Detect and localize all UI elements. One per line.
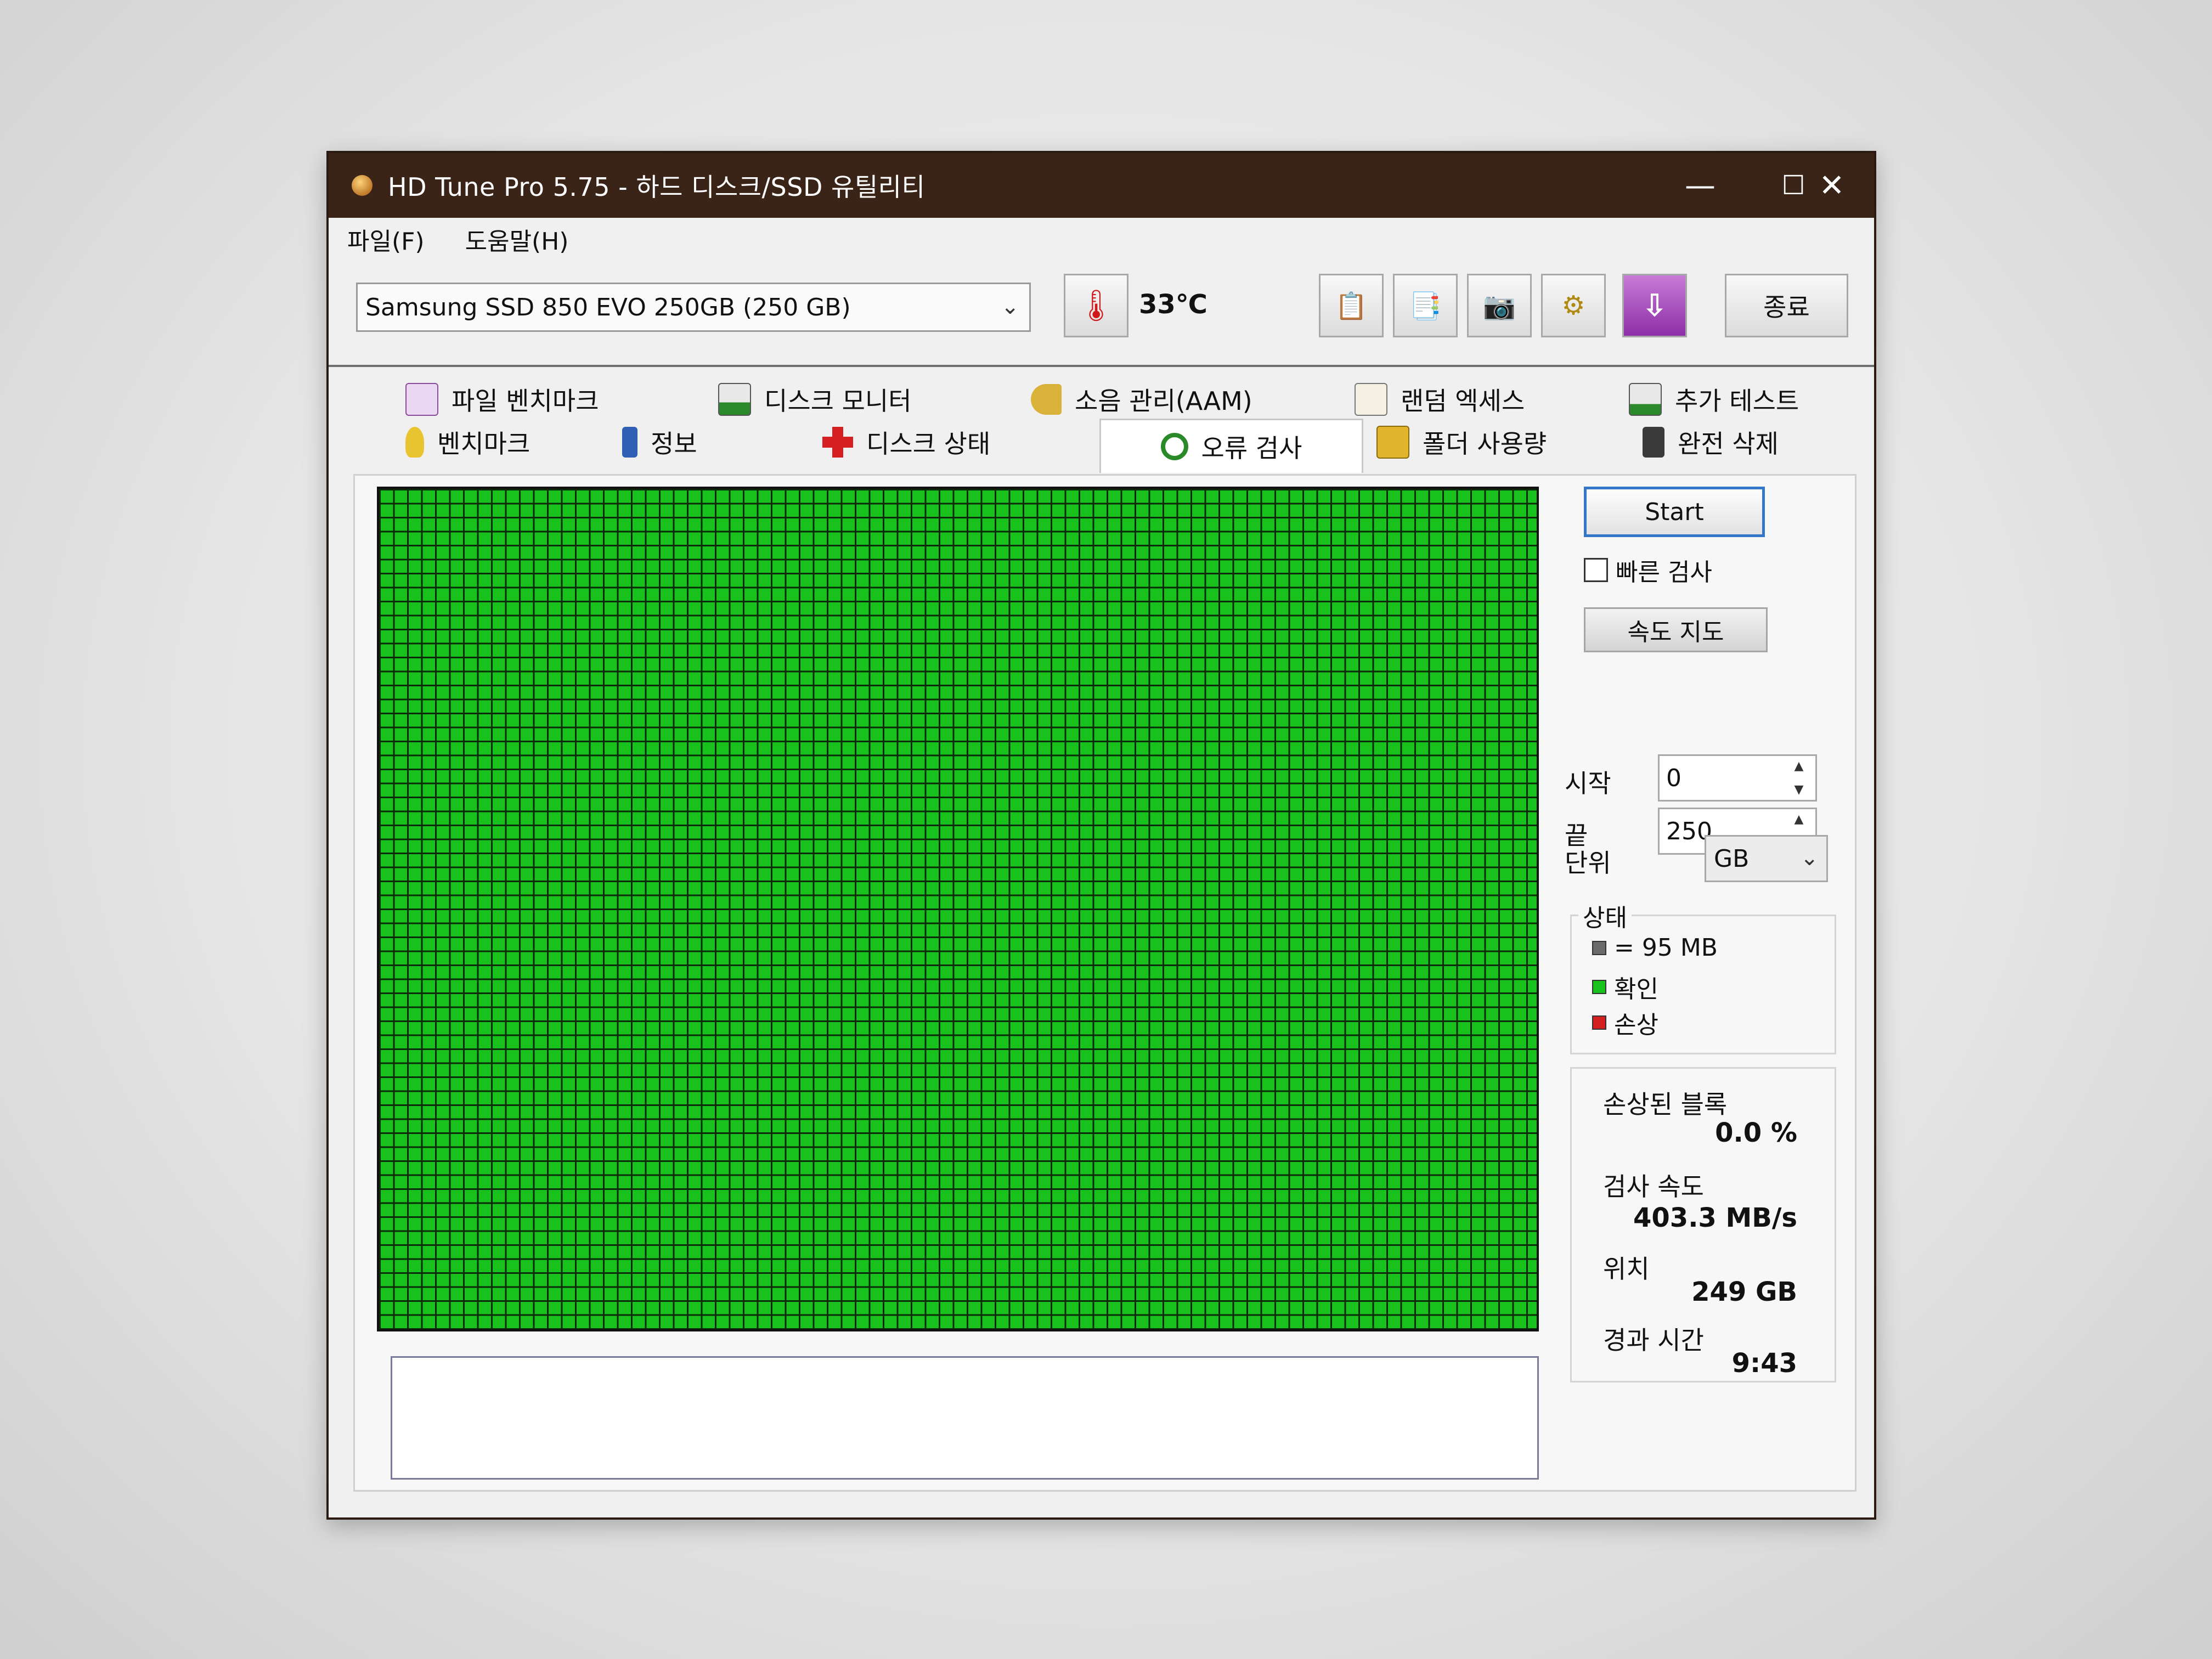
extra-tests-icon [1629,383,1662,416]
elapsed-time-label: 경과 시간 [1603,1325,1704,1355]
magnifier-icon [1160,433,1188,460]
info-icon [622,427,637,458]
exit-button[interactable]: 종료 [1725,274,1848,337]
scan-speed-value: 403.3 MB/s [1633,1203,1797,1233]
tab-error-scan[interactable]: 오류 검사 [1099,419,1363,473]
elapsed-time-value: 9:43 [1731,1348,1797,1379]
unit-select-value: GB [1714,844,1750,873]
speaker-icon [1031,384,1062,415]
checkbox-box[interactable] [1584,558,1608,582]
chevron-down-icon: ⌄ [1800,845,1819,871]
tab-folder-usage[interactable]: 폴더 사용량 [1376,421,1547,464]
legend-label: = 95 MB [1614,934,1718,962]
tab-label: 완전 삭제 [1678,429,1779,459]
tab-strip: 파일 벤치마크 디스크 모니터 소음 관리(AAM) 랜덤 엑세스 추가 테스트… [362,378,1854,474]
tab-label: 오류 검사 [1201,433,1302,463]
start-field-label: 시작 [1565,769,1611,798]
position-label: 위치 [1603,1254,1650,1284]
speed-map-button[interactable]: 속도 지도 [1584,607,1768,652]
folder-icon [1376,426,1409,459]
start-button[interactable]: Start [1584,487,1765,537]
legend-ok: 확인 [1592,969,1658,1005]
tab-erase[interactable]: 완전 삭제 [1643,421,1779,464]
tab-aam[interactable]: 소음 관리(AAM) [1031,378,1252,421]
error-scan-panel: Start 빠른 검사 속도 지도 시작 0 ▲▼ 끝 250 ▲▼ 단위 GB… [353,474,1857,1492]
options-button[interactable]: ⚙ [1541,274,1606,337]
trash-icon [1643,427,1664,458]
menu-help[interactable]: 도움말(H) [465,222,569,257]
legend-swatch [1592,940,1606,955]
status-title: 상태 [1578,898,1632,933]
tab-benchmark[interactable]: 벤치마크 [405,421,530,464]
menu-file[interactable]: 파일(F) [347,222,425,257]
app-window: HD Tune Pro 5.75 - 하드 디스크/SSD 유틸리티 — ☐ ✕… [326,151,1876,1520]
close-button[interactable]: ✕ [1785,153,1878,218]
legend-block-size: = 95 MB [1592,934,1718,962]
damaged-blocks-value: 0.0 % [1715,1118,1797,1148]
start-input[interactable]: 0 ▲ ▼ [1658,754,1817,802]
download-arrow-icon: ⇩ [1641,287,1668,324]
drive-select[interactable]: Samsung SSD 850 EVO 250GB (250 GB) ⌄ [356,283,1031,332]
spinner-arrows-icon[interactable]: ▲▼ [1786,759,1812,797]
red-cross-icon [822,427,853,458]
unit-label: 단위 [1565,848,1611,878]
window-title: HD Tune Pro 5.75 - 하드 디스크/SSD 유틸리티 [388,172,926,202]
drive-select-value: Samsung SSD 850 EVO 250GB (250 GB) [365,293,851,321]
copy-text-button[interactable]: 📋 [1319,274,1384,337]
temperature-button[interactable]: 🌡 [1064,274,1128,337]
tab-label: 소음 관리(AAM) [1075,386,1252,416]
temperature-readout: 33℃ [1139,289,1207,320]
save-button[interactable]: ⇩ [1622,274,1687,337]
tab-health[interactable]: 디스크 상태 [822,421,990,464]
random-access-icon [1355,383,1387,416]
tab-file-benchmark[interactable]: 파일 벤치마크 [405,378,599,421]
tab-label: 디스크 모니터 [764,386,912,416]
log-area [391,1356,1539,1480]
file-benchmark-icon [405,383,438,416]
legend-swatch [1592,1015,1606,1030]
tab-random-access[interactable]: 랜덤 엑세스 [1355,378,1525,421]
tab-label: 파일 벤치마크 [452,386,599,416]
unit-select[interactable]: GB ⌄ [1705,835,1828,882]
tab-label: 디스크 상태 [866,429,991,459]
gears-icon: ⚙ [1561,290,1585,321]
legend-damaged: 손상 [1592,1005,1658,1040]
legend-swatch [1592,980,1606,994]
tab-info[interactable]: 정보 [622,421,697,464]
thermometer-icon: 🌡 [1076,288,1116,324]
position-value: 249 GB [1691,1277,1797,1307]
chevron-down-icon: ⌄ [1001,294,1019,319]
title-bar[interactable]: HD Tune Pro 5.75 - 하드 디스크/SSD 유틸리티 — ☐ ✕ [329,153,1874,218]
tab-label: 벤치마크 [437,429,531,459]
app-logo-icon [352,175,373,196]
menu-bar: 파일(F) 도움말(H) [329,218,1874,261]
tab-label: 추가 테스트 [1675,386,1799,416]
legend-label: 손상 [1614,1011,1658,1039]
lightbulb-icon [405,427,424,458]
camera-icon: 📷 [1483,290,1516,321]
minimize-button[interactable]: — [1654,153,1747,218]
start-input-value: 0 [1666,764,1681,792]
scan-speed-label: 검사 속도 [1603,1172,1704,1201]
copy-image-icon: 📑 [1409,290,1442,321]
screenshot-button[interactable]: 📷 [1467,274,1532,337]
quick-scan-checkbox[interactable]: 빠른 검사 [1584,552,1712,588]
legend-label: 확인 [1614,975,1658,1003]
quick-scan-label: 빠른 검사 [1616,558,1712,586]
tab-label: 정보 [651,429,697,459]
damaged-blocks-label: 손상된 블록 [1603,1090,1728,1119]
tab-extra-tests[interactable]: 추가 테스트 [1629,378,1799,421]
tab-disk-monitor[interactable]: 디스크 모니터 [718,378,912,421]
tab-label: 폴더 사용량 [1423,429,1547,459]
toolbar-divider [329,365,1874,367]
block-map [377,487,1539,1331]
tab-label: 랜덤 엑세스 [1401,386,1525,416]
copy-text-icon: 📋 [1335,290,1368,321]
copy-image-button[interactable]: 📑 [1393,274,1458,337]
disk-monitor-icon [718,383,751,416]
